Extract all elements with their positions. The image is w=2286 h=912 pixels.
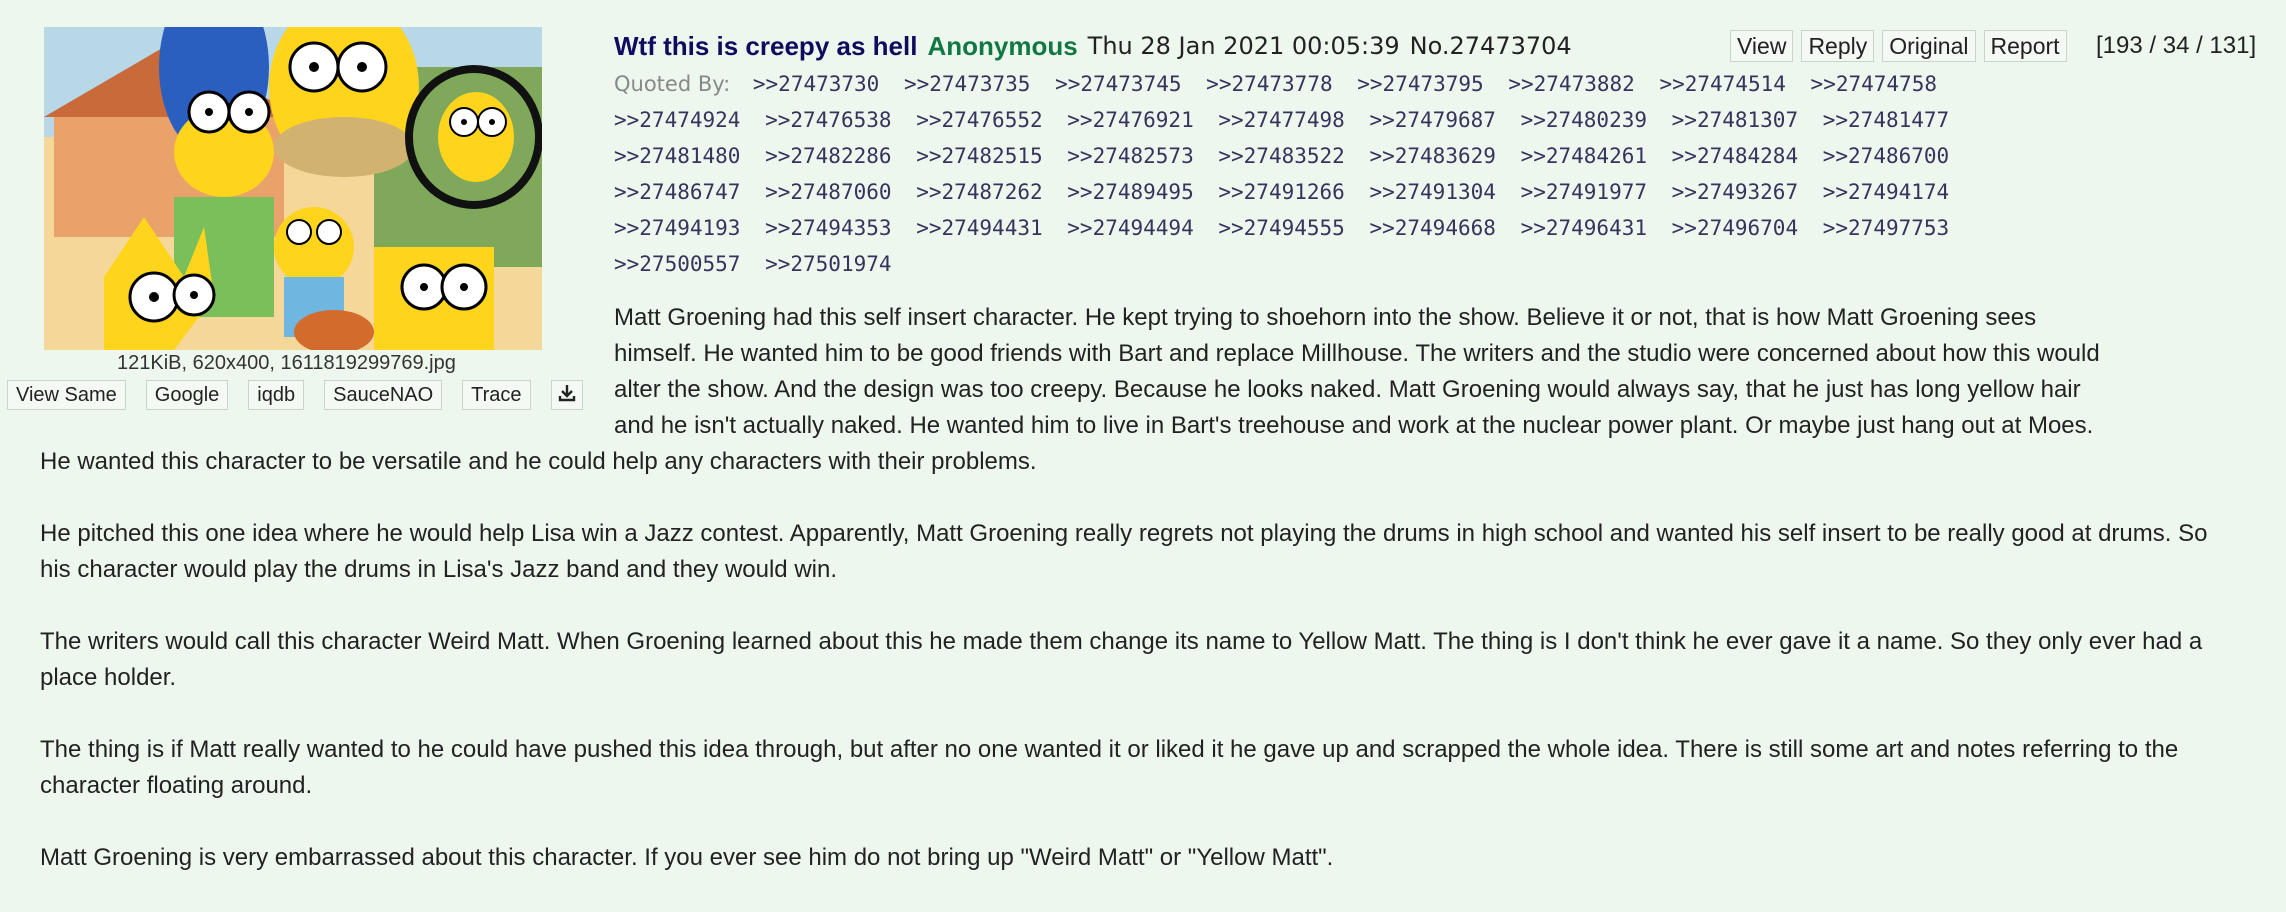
quote-link[interactable]: >>27491304 xyxy=(1369,180,1495,204)
quote-link[interactable]: >>27494431 xyxy=(916,216,1042,240)
view-same-button[interactable]: View Same xyxy=(7,380,126,410)
quote-link[interactable]: >>27474758 xyxy=(1811,72,1937,96)
quote-link[interactable]: >>27487060 xyxy=(765,180,891,204)
quote-link[interactable]: >>27473882 xyxy=(1508,72,1634,96)
quote-link[interactable]: >>27484261 xyxy=(1521,144,1647,168)
body-paragraph: The thing is if Matt really wanted to he… xyxy=(40,736,2179,799)
quote-link[interactable]: >>27494555 xyxy=(1218,216,1344,240)
quote-link[interactable]: >>27473795 xyxy=(1357,72,1483,96)
image-search-bar: View Same Google iqdb SauceNAO Trace xyxy=(7,380,583,410)
quote-link[interactable]: >>27473730 xyxy=(753,72,879,96)
iqdb-search-button[interactable]: iqdb xyxy=(248,380,305,410)
body-line: himself. He wanted him to be good friend… xyxy=(614,340,2100,367)
quote-link[interactable]: >>27481477 xyxy=(1823,108,1949,132)
quoted-by-label: Quoted By: xyxy=(614,72,731,96)
quote-link[interactable]: >>27494494 xyxy=(1067,216,1193,240)
quote-link[interactable]: >>27481480 xyxy=(614,144,740,168)
body-paragraph: The writers would call this character We… xyxy=(40,628,2203,691)
reply-button[interactable]: Reply xyxy=(1801,30,1875,62)
google-search-button[interactable]: Google xyxy=(145,380,229,410)
quote-link[interactable]: >>27496431 xyxy=(1521,216,1647,240)
post-date: Thu 28 Jan 2021 00:05:39 xyxy=(1087,32,1400,60)
post-number-link[interactable]: No.27473704 xyxy=(1410,32,1572,60)
post-thumbnail[interactable] xyxy=(44,27,542,350)
quote-link[interactable]: >>27500557 xyxy=(614,252,740,276)
body-paragraph: He pitched this one idea where he would … xyxy=(40,520,2208,583)
post-actions: View Reply Original Report xyxy=(1730,30,2067,62)
poster-name: Anonymous xyxy=(927,30,1078,61)
quote-link[interactable]: >>27476552 xyxy=(916,108,1042,132)
trace-search-button[interactable]: Trace xyxy=(462,380,531,410)
quote-link[interactable]: >>27493267 xyxy=(1672,180,1798,204)
original-button[interactable]: Original xyxy=(1882,30,1976,62)
quote-link[interactable]: >>27474514 xyxy=(1659,72,1785,96)
quoted-by: Quoted By: >>27473730 >>27473735 >>27473… xyxy=(614,66,2054,282)
report-button[interactable]: Report xyxy=(1983,30,2067,62)
quote-link[interactable]: >>27487262 xyxy=(916,180,1042,204)
quote-link[interactable]: >>27473745 xyxy=(1055,72,1181,96)
quote-link[interactable]: >>27486747 xyxy=(614,180,740,204)
download-button[interactable] xyxy=(550,380,583,410)
quote-link[interactable]: >>27480239 xyxy=(1521,108,1647,132)
quote-link[interactable]: >>27482573 xyxy=(1067,144,1193,168)
view-button[interactable]: View xyxy=(1730,30,1794,62)
quote-link[interactable]: >>27494353 xyxy=(765,216,891,240)
quote-link[interactable]: >>27473735 xyxy=(904,72,1030,96)
quote-link[interactable]: >>27483629 xyxy=(1369,144,1495,168)
download-icon xyxy=(558,385,575,402)
quote-link[interactable]: >>27481307 xyxy=(1672,108,1798,132)
quote-link[interactable]: >>27476921 xyxy=(1067,108,1193,132)
body-line: and he isn't actually naked. He wanted h… xyxy=(614,412,2094,439)
quote-link[interactable]: >>27494174 xyxy=(1823,180,1949,204)
body-paragraph: Matt Groening is very embarrassed about … xyxy=(40,844,1334,871)
quote-link[interactable]: >>27484284 xyxy=(1672,144,1798,168)
quote-link[interactable]: >>27491266 xyxy=(1218,180,1344,204)
thumbnail-image xyxy=(44,27,542,350)
quote-link[interactable]: >>27494193 xyxy=(614,216,740,240)
post-body-first: Matt Groening had this self insert chara… xyxy=(614,300,2239,444)
quote-link[interactable]: >>27497753 xyxy=(1823,216,1949,240)
quote-link[interactable]: >>27501974 xyxy=(765,252,891,276)
post-body: He wanted this character to be versatile… xyxy=(40,444,2240,912)
file-info: 121KiB, 620x400, 1611819299769.jpg xyxy=(117,352,456,374)
body-line: alter the show. And the design was too c… xyxy=(614,376,2081,403)
quote-link[interactable]: >>27483522 xyxy=(1218,144,1344,168)
post-header: Wtf this is creepy as hell Anonymous Thu… xyxy=(614,28,1572,64)
quote-link[interactable]: >>27491977 xyxy=(1521,180,1647,204)
quote-link[interactable]: >>27489495 xyxy=(1067,180,1193,204)
post-subject: Wtf this is creepy as hell xyxy=(614,30,918,61)
quote-link[interactable]: >>27496704 xyxy=(1672,216,1798,240)
quote-link[interactable]: >>27482515 xyxy=(916,144,1042,168)
saucenao-search-button[interactable]: SauceNAO xyxy=(324,380,443,410)
quote-link[interactable]: >>27482286 xyxy=(765,144,891,168)
thread-counts: [193 / 34 / 131] xyxy=(2096,32,2257,59)
quote-link[interactable]: >>27474924 xyxy=(614,108,740,132)
quote-link[interactable]: >>27486700 xyxy=(1823,144,1949,168)
body-paragraph: He wanted this character to be versatile… xyxy=(40,448,1037,475)
body-line: Matt Groening had this self insert chara… xyxy=(614,304,2037,331)
quote-link[interactable]: >>27473778 xyxy=(1206,72,1332,96)
quote-link[interactable]: >>27479687 xyxy=(1369,108,1495,132)
quote-link[interactable]: >>27476538 xyxy=(765,108,891,132)
quote-link[interactable]: >>27477498 xyxy=(1218,108,1344,132)
quote-link[interactable]: >>27494668 xyxy=(1369,216,1495,240)
